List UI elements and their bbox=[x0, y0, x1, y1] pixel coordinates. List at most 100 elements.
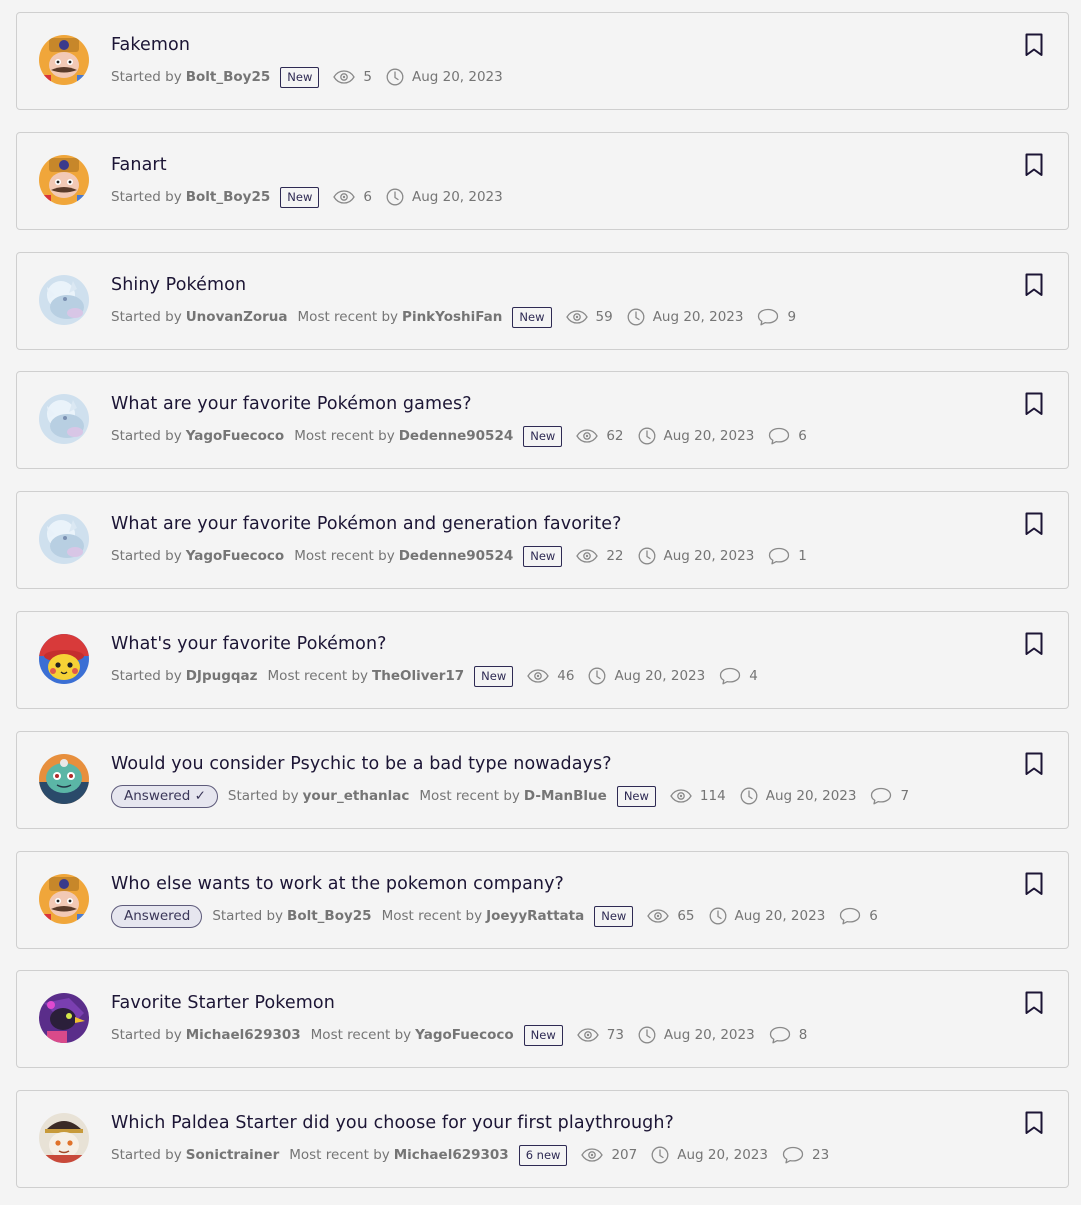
views-count: 6 bbox=[363, 189, 372, 205]
bookmark-icon[interactable] bbox=[1024, 1111, 1044, 1135]
discussion-title[interactable]: What's your favorite Pokémon? bbox=[111, 634, 387, 654]
discussion-card[interactable]: What's your favorite Pokémon? Started by D… bbox=[16, 611, 1069, 709]
recent-username[interactable]: PinkYoshiFan bbox=[402, 309, 502, 325]
discussion-title[interactable]: Would you consider Psychic to be a bad t… bbox=[111, 754, 612, 774]
discussion-card[interactable]: Would you consider Psychic to be a bad t… bbox=[16, 731, 1069, 829]
discussion-meta: Started by Michael629303 Most recent by Yag… bbox=[111, 1023, 821, 1047]
recent-username[interactable]: TheOliver17 bbox=[372, 668, 464, 684]
discussion-card[interactable]: Fanart Started by Bolt_Boy25 New 6 Aug 20, 20… bbox=[16, 132, 1069, 230]
user-avatar[interactable] bbox=[39, 275, 89, 325]
clock-icon bbox=[588, 667, 614, 685]
last-activity-date: Aug 20, 2023 bbox=[614, 668, 706, 684]
starter-username[interactable]: your_ethanlac bbox=[303, 788, 410, 804]
recent-username[interactable]: D-ManBlue bbox=[524, 788, 607, 804]
discussion-title[interactable]: Shiny Pokémon bbox=[111, 275, 246, 295]
discussion-card[interactable]: Shiny Pokémon Started by UnovanZorua Most r… bbox=[16, 252, 1069, 350]
views-stat: 59 bbox=[565, 309, 613, 325]
bookmark-icon[interactable] bbox=[1024, 153, 1044, 177]
views-count: 65 bbox=[677, 908, 695, 924]
comments-count: 6 bbox=[798, 428, 807, 444]
discussion-card[interactable]: Favorite Starter Pokemon Started by Michae… bbox=[16, 970, 1069, 1068]
bookmark-icon[interactable] bbox=[1024, 512, 1044, 536]
started-by-label: Started by bbox=[111, 69, 182, 85]
user-avatar[interactable] bbox=[39, 874, 89, 924]
discussion-card[interactable]: What are your favorite Pokémon and gener… bbox=[16, 491, 1069, 589]
user-avatar[interactable] bbox=[39, 1113, 89, 1163]
started-by-label: Started by bbox=[111, 428, 182, 444]
discussion-title[interactable]: What are your favorite Pokémon and gener… bbox=[111, 514, 621, 534]
starter-username[interactable]: Bolt_Boy25 bbox=[287, 908, 372, 924]
discussion-title[interactable]: Fanart bbox=[111, 155, 167, 175]
eye-icon bbox=[576, 429, 606, 443]
starter-username[interactable]: UnovanZorua bbox=[186, 309, 288, 325]
discussion-meta: Answered Started by Bolt_Boy25 Most recent … bbox=[111, 904, 892, 928]
discussion-title[interactable]: Favorite Starter Pokemon bbox=[111, 993, 335, 1013]
discussion-card[interactable]: What are your favorite Pokémon games? Sta… bbox=[16, 371, 1069, 469]
clock-icon bbox=[638, 1026, 664, 1044]
starter-username[interactable]: YagoFuecoco bbox=[186, 428, 284, 444]
comments-count: 9 bbox=[787, 309, 797, 325]
bookmark-icon[interactable] bbox=[1024, 33, 1044, 57]
user-avatar[interactable] bbox=[39, 754, 89, 804]
starter-username[interactable]: Michael629303 bbox=[186, 1027, 301, 1043]
date-stat: Aug 20, 2023 bbox=[740, 787, 856, 805]
discussion-title[interactable]: What are your favorite Pokémon games? bbox=[111, 394, 472, 414]
user-avatar[interactable] bbox=[39, 514, 89, 564]
started-by-label: Started by bbox=[111, 309, 182, 325]
starter-username[interactable]: Bolt_Boy25 bbox=[186, 69, 271, 85]
discussion-card[interactable]: Who else wants to work at the pokemon co… bbox=[16, 851, 1069, 949]
last-activity-date: Aug 20, 2023 bbox=[734, 908, 826, 924]
bookmark-icon[interactable] bbox=[1024, 392, 1044, 416]
recent-username[interactable]: YagoFuecoco bbox=[415, 1027, 513, 1043]
comment-bubble-icon bbox=[839, 907, 869, 925]
recent-username[interactable]: JoeyyRattata bbox=[486, 908, 584, 924]
views-count: 73 bbox=[606, 1027, 624, 1043]
most-recent-by-label: Most recent by bbox=[294, 548, 395, 564]
starter-username[interactable]: YagoFuecoco bbox=[186, 548, 284, 564]
user-avatar[interactable] bbox=[39, 993, 89, 1043]
clock-icon bbox=[386, 68, 412, 86]
clock-icon bbox=[638, 547, 664, 565]
comment-bubble-icon bbox=[768, 547, 798, 565]
most-recent-by-label: Most recent by bbox=[310, 1027, 412, 1043]
starter-username[interactable]: Bolt_Boy25 bbox=[186, 189, 271, 205]
views-stat: 62 bbox=[576, 428, 624, 444]
bookmark-icon[interactable] bbox=[1024, 991, 1044, 1015]
starter-username[interactable]: Sonictrainer bbox=[186, 1147, 280, 1163]
comment-bubble-icon bbox=[757, 308, 787, 326]
started-by-label: Started by bbox=[111, 548, 182, 564]
views-stat: 22 bbox=[576, 548, 624, 564]
discussion-title[interactable]: Which Paldea Starter did you choose for … bbox=[111, 1113, 674, 1133]
user-avatar[interactable] bbox=[39, 394, 89, 444]
date-stat: Aug 20, 2023 bbox=[638, 427, 754, 445]
bookmark-icon[interactable] bbox=[1024, 632, 1044, 656]
user-avatar[interactable] bbox=[39, 35, 89, 85]
recent-username[interactable]: Michael629303 bbox=[394, 1147, 509, 1163]
new-badge: New bbox=[594, 905, 634, 927]
eye-icon bbox=[333, 70, 363, 84]
user-avatar[interactable] bbox=[39, 155, 89, 205]
most-recent-by-label: Most recent by bbox=[419, 788, 520, 804]
bookmark-icon[interactable] bbox=[1024, 752, 1044, 776]
most-recent-by-label: Most recent by bbox=[294, 428, 395, 444]
discussion-card[interactable]: Which Paldea Starter did you choose for … bbox=[16, 1090, 1069, 1188]
date-stat: Aug 20, 2023 bbox=[386, 68, 503, 86]
date-stat: Aug 20, 2023 bbox=[638, 547, 754, 565]
discussion-title[interactable]: Fakemon bbox=[111, 35, 190, 55]
views-count: 114 bbox=[699, 788, 726, 804]
comments-stat: 4 bbox=[719, 667, 758, 685]
user-avatar[interactable] bbox=[39, 634, 89, 684]
bookmark-icon[interactable] bbox=[1024, 872, 1044, 896]
discussion-title[interactable]: Who else wants to work at the pokemon co… bbox=[111, 874, 564, 894]
comments-count: 4 bbox=[749, 668, 758, 684]
discussion-card[interactable]: Fakemon Started by Bolt_Boy25 New 5 Aug 20, 2… bbox=[16, 12, 1069, 110]
recent-username[interactable]: Dedenne90524 bbox=[399, 548, 514, 564]
comment-bubble-icon bbox=[870, 787, 900, 805]
recent-username[interactable]: Dedenne90524 bbox=[399, 428, 514, 444]
eye-icon bbox=[670, 789, 700, 803]
comments-stat: 9 bbox=[757, 308, 796, 326]
starter-username[interactable]: DJpugqaz bbox=[186, 668, 258, 684]
new-badge: New bbox=[523, 1024, 563, 1046]
bookmark-icon[interactable] bbox=[1024, 273, 1044, 297]
views-count: 46 bbox=[557, 668, 575, 684]
